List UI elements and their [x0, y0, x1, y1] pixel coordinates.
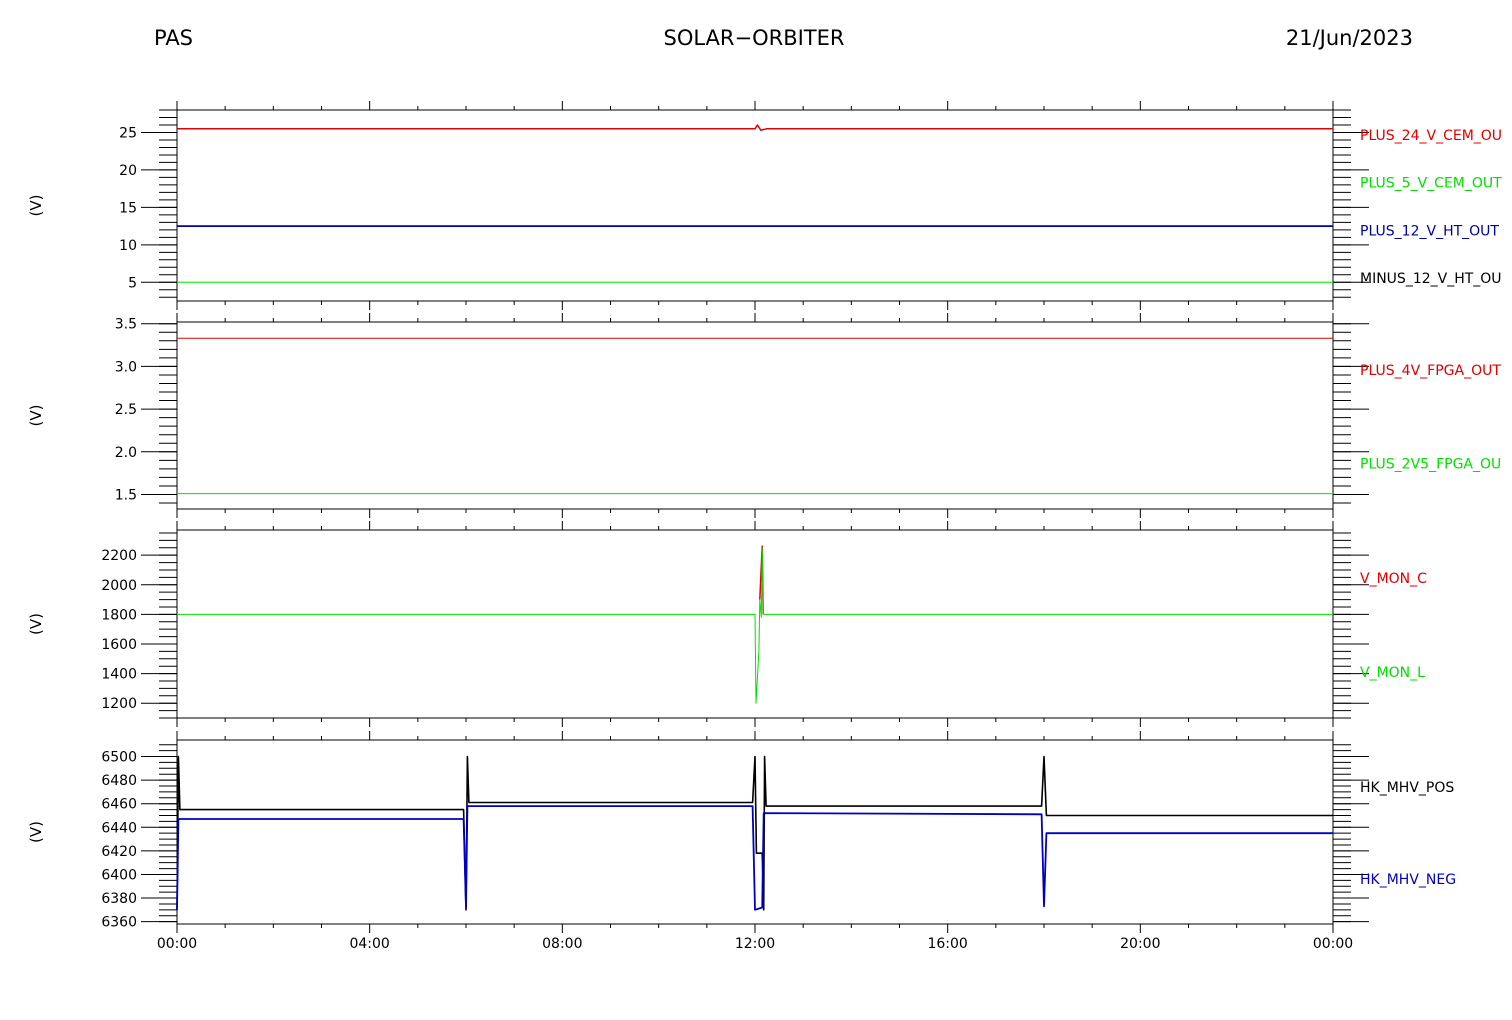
- y-tick-label: 6400: [101, 867, 137, 883]
- series-line: [177, 124, 1333, 131]
- series-line: [177, 547, 1333, 704]
- y-axis-label: (V): [27, 821, 45, 843]
- x-tick-label: 00:00: [157, 936, 197, 952]
- y-tick-label: 1600: [101, 637, 137, 653]
- y-tick-label: 1800: [101, 607, 137, 623]
- y-tick-label: 2000: [101, 578, 137, 594]
- y-axis-label: (V): [27, 405, 45, 427]
- y-tick-label: 6360: [101, 915, 137, 931]
- chart-canvas: PAS SOLAR−ORBITER 21/Jun/2023 5 10 15 20 25 (…: [27, 26, 1502, 952]
- panels-group: 5 10 15 20 25 (V) PLUS_24_V_CEM_OU PLUS_5_V_CEM…: [27, 101, 1502, 933]
- series-label: PLUS_12_V_HT_OUT: [1360, 223, 1499, 239]
- y-tick-label: 6480: [101, 773, 137, 789]
- x-tick-label: 08:00: [542, 936, 582, 952]
- x-tick-label: 20:00: [1120, 936, 1160, 952]
- panel-4: 6360 6380 6400 6420 6440 6460 6480 6500 (V) HK_MH…: [27, 731, 1456, 933]
- panel-2: 1.5 2.0 2.5 3.0 3.5 (V) PLUS_4V_FPGA_OUT PLUS_2…: [27, 313, 1501, 518]
- y-tick-label: 1.5: [115, 487, 137, 503]
- y-tick-label: 25: [119, 125, 137, 141]
- panel-3: 1200 1400 1600 1800 2000 2200 (V) V_MON_C V_MON_…: [27, 521, 1427, 727]
- y-tick-label: 5: [128, 275, 137, 291]
- series-label: HK_MHV_NEG: [1360, 872, 1456, 888]
- series-label: PLUS_24_V_CEM_OU: [1360, 128, 1502, 144]
- y-axis-label: (V): [27, 195, 45, 217]
- y-tick-label: 1400: [101, 667, 137, 683]
- y-axis-label: (V): [27, 613, 45, 635]
- series-label: MINUS_12_V_HT_OU: [1360, 271, 1502, 287]
- header-title: SOLAR−ORBITER: [663, 26, 844, 50]
- series-label: PLUS_5_V_CEM_OUT: [1360, 176, 1502, 192]
- series-label: HK_MHV_POS: [1360, 780, 1454, 796]
- series-label: PLUS_4V_FPGA_OUT: [1360, 363, 1501, 379]
- y-tick-label: 6420: [101, 844, 137, 860]
- time-axis: 00:00 04:00 08:00 12:00 16:00 20:00 00:00: [157, 936, 1353, 952]
- panel-frame: [176, 321, 1334, 510]
- header-date: 21/Jun/2023: [1286, 26, 1413, 50]
- x-tick-label: 12:00: [735, 936, 775, 952]
- header-left-label: PAS: [154, 26, 193, 50]
- series-label: V_MON_C: [1360, 571, 1427, 587]
- x-tick-label: 16:00: [927, 936, 967, 952]
- y-tick-label: 15: [119, 200, 137, 216]
- y-tick-label: 2200: [101, 548, 137, 564]
- y-tick-label: 6500: [101, 750, 137, 766]
- y-tick-label: 6380: [101, 891, 137, 907]
- series-line: [176, 805, 1333, 911]
- y-tick-label: 10: [119, 238, 137, 254]
- y-tick-label: 1200: [101, 696, 137, 712]
- y-tick-label: 2.5: [115, 402, 137, 418]
- y-tick-label: 20: [119, 163, 137, 179]
- x-tick-label: 04:00: [349, 936, 389, 952]
- y-tick-label: 2.0: [115, 445, 137, 461]
- y-tick-label: 3.5: [115, 317, 137, 333]
- y-tick-label: 3.0: [115, 359, 137, 375]
- series-label: V_MON_L: [1360, 665, 1425, 681]
- y-tick-label: 6460: [101, 797, 137, 813]
- panel-1: 5 10 15 20 25 (V) PLUS_24_V_CEM_OU PLUS_5_V_CEM…: [27, 101, 1502, 310]
- x-tick-label: 00:00: [1313, 936, 1353, 952]
- y-tick-label: 6440: [101, 820, 137, 836]
- series-label: PLUS_2V5_FPGA_OU: [1360, 456, 1501, 472]
- panel-frame: [176, 109, 1334, 302]
